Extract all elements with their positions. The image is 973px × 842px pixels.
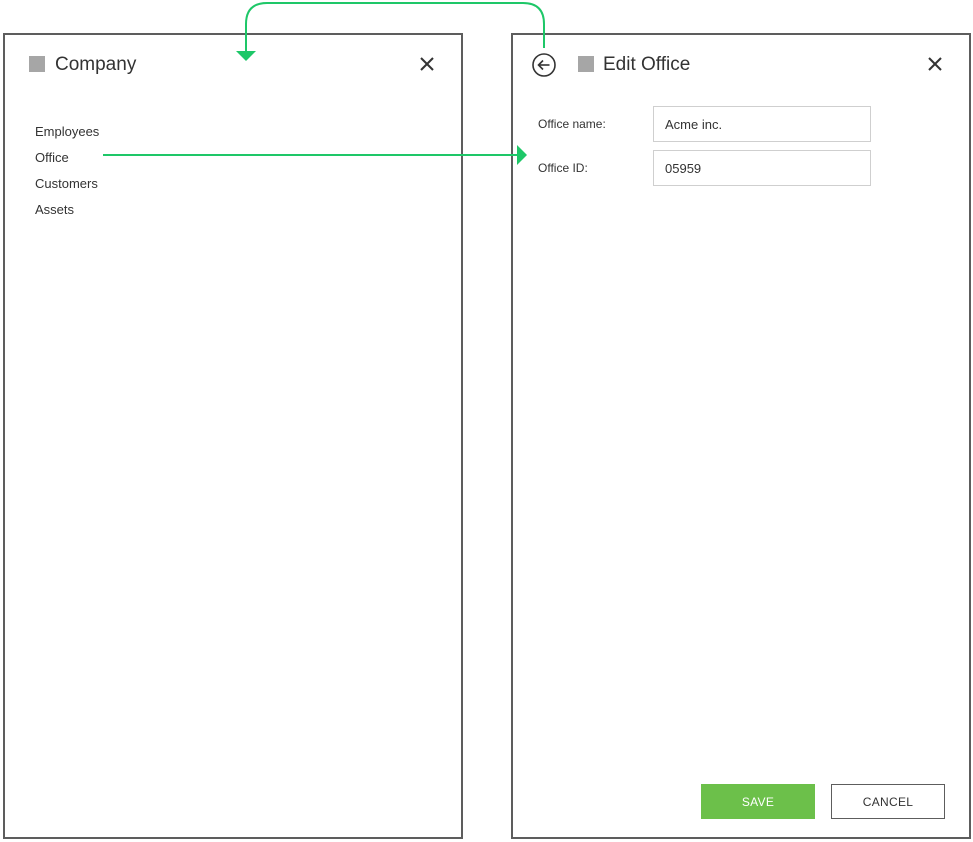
cancel-button[interactable]: CANCEL xyxy=(831,784,945,819)
office-name-input[interactable] xyxy=(653,106,871,142)
company-nav-list: Employees Office Customers Assets xyxy=(35,121,99,225)
office-name-label: Office name: xyxy=(538,117,606,131)
back-button[interactable] xyxy=(531,52,557,78)
office-id-label: Office ID: xyxy=(538,161,588,175)
company-panel: Company Employees Office Customers Asset… xyxy=(3,33,463,839)
close-icon xyxy=(420,57,434,71)
save-button[interactable]: SAVE xyxy=(701,784,815,819)
nav-item-customers[interactable]: Customers xyxy=(35,173,99,199)
close-icon xyxy=(928,57,942,71)
company-title-square-icon xyxy=(29,56,45,72)
nav-item-assets[interactable]: Assets xyxy=(35,199,99,225)
back-arrow-icon xyxy=(532,53,556,77)
nav-item-office[interactable]: Office xyxy=(35,147,99,173)
edit-close-button[interactable] xyxy=(926,55,944,73)
company-panel-title: Company xyxy=(55,54,137,75)
edit-title-square-icon xyxy=(578,56,594,72)
nav-item-employees[interactable]: Employees xyxy=(35,121,99,147)
edit-office-panel: Edit Office Office name: Office ID: SAVE… xyxy=(511,33,971,839)
company-close-button[interactable] xyxy=(418,55,436,73)
office-id-input[interactable] xyxy=(653,150,871,186)
edit-panel-title: Edit Office xyxy=(603,54,691,75)
